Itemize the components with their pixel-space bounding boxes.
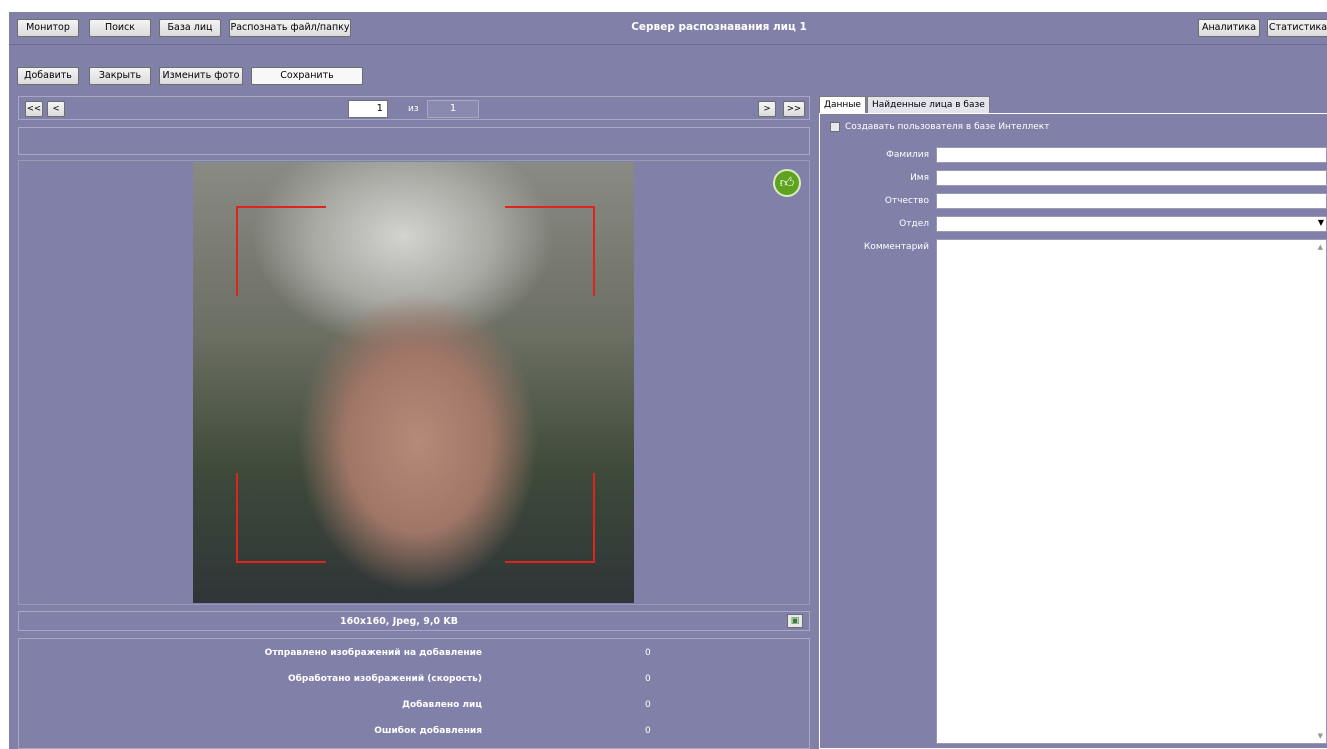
chevron-down-icon: ▼ [1317,218,1324,227]
stat-processed-label: Обработано изображений (скорость) [287,674,482,684]
stat-sent-label: Отправлено изображений на добавление [264,648,482,658]
surname-field[interactable] [936,147,1327,163]
stat-errors-label: Ошибок добавления [374,726,482,736]
create-user-checkbox[interactable] [830,122,840,132]
image-info-text: 160x160, Jpeg, 9,0 KB [340,616,458,627]
surname-label: Фамилия [886,150,929,160]
window-title: Сервер распознавания лиц 1 [631,21,807,33]
comment-label: Комментарий [863,242,929,252]
stat-errors-value: 0 [645,726,651,736]
face-photo [193,162,634,603]
monitor-button[interactable]: Монитор [17,19,79,37]
search-button[interactable]: Поиск [89,19,151,37]
last-page-button[interactable]: >> [783,101,805,117]
add-button[interactable]: Добавить [17,67,79,85]
image-info-bar: 160x160, Jpeg, 9,0 KB ▣ [18,611,810,631]
scroll-down-icon[interactable]: ▼ [1318,732,1323,740]
next-page-button[interactable]: > [758,101,776,117]
department-label: Отдел [899,219,929,229]
stat-sent-value: 0 [645,648,651,658]
pager-bar: << < 1 из 1 > >> [18,96,810,120]
thumbs-up-icon: 👍︎ [773,169,801,197]
analytics-button[interactable]: Аналитика [1198,19,1260,37]
app-window: Монитор Поиск База лиц Распознать файл/п… [9,12,1327,749]
page-number-input[interactable]: 1 [348,100,388,118]
recognize-file-button[interactable]: Распознать файл/папку [229,19,351,37]
create-user-label: Создавать пользователя в базе Интеллект [845,122,1050,132]
first-page-button[interactable]: << [25,101,43,117]
crop-corner-bottom-left [236,473,326,563]
comment-textarea[interactable]: ▲ ▼ [936,239,1327,744]
patronymic-label: Отчество [884,196,929,206]
stat-added-label: Добавлено лиц [401,700,482,710]
page-total-field: 1 [427,100,479,118]
save-button[interactable]: Сохранить [251,67,363,85]
department-select[interactable]: ▼ [936,216,1327,232]
crop-corner-top-right [505,206,595,296]
top-bar: Монитор Поиск База лиц Распознать файл/п… [9,12,1327,45]
stat-processed-value: 0 [645,674,651,684]
tab-found-faces[interactable]: Найденные лица в базе [867,96,990,113]
statistics-button[interactable]: Статистика [1267,19,1327,37]
name-field[interactable] [936,170,1327,186]
tab-data[interactable]: Данные [819,96,866,114]
crop-corner-bottom-right [505,473,595,563]
close-button[interactable]: Закрыть [89,67,151,85]
stat-added-value: 0 [645,700,651,710]
face-base-button[interactable]: База лиц [159,19,221,37]
save-image-icon[interactable]: ▣ [787,614,803,628]
patronymic-field[interactable] [936,193,1327,209]
scroll-up-icon[interactable]: ▲ [1318,243,1323,251]
prev-page-button[interactable]: < [47,101,65,117]
change-photo-button[interactable]: Изменить фото [159,67,243,85]
page-of-label: из [408,104,419,114]
name-label: Имя [910,173,929,183]
crop-corner-top-left [236,206,326,296]
info-strip [18,127,810,155]
